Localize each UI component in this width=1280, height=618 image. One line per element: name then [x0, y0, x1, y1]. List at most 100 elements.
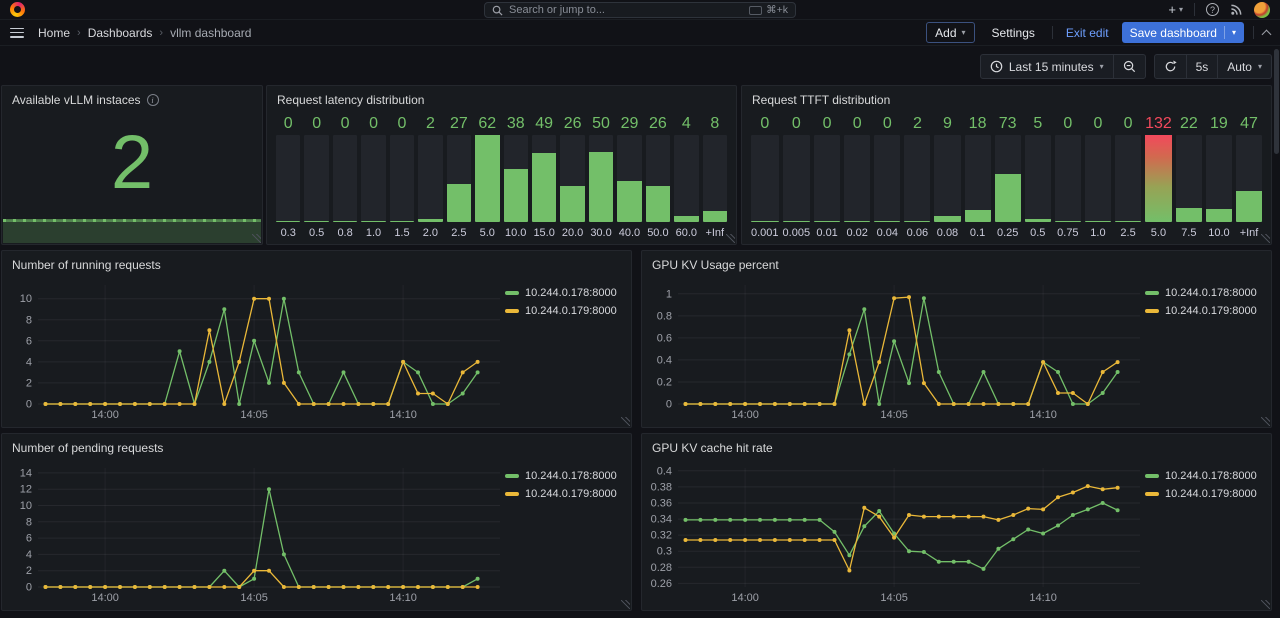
panel-title[interactable]: Request TTFT distribution [742, 86, 1271, 111]
pending-requests-chart[interactable]: 0246810121414:0014:0514:10 [8, 460, 505, 606]
panel-title[interactable]: Number of pending requests [2, 434, 631, 459]
kv-usage-chart[interactable]: 00.20.40.60.8114:0014:0514:10 [648, 277, 1145, 423]
bar-value: 18 [965, 114, 991, 135]
bar-bucket-label: 2.5 [447, 222, 471, 239]
bar[interactable]: 625.0 [475, 114, 499, 239]
hamburger-menu-icon[interactable] [10, 28, 24, 38]
scrollbar-thumb[interactable] [1274, 49, 1279, 154]
bar[interactable]: 2940.0 [617, 114, 641, 239]
bar-value: 27 [447, 114, 471, 135]
panel-title[interactable]: Available vLLM instacesi [2, 86, 262, 111]
cache-hit-rate-chart[interactable]: 0.260.280.30.320.340.360.380.414:0014:05… [648, 460, 1145, 606]
resize-handle[interactable] [726, 234, 735, 243]
bar[interactable]: 00.005 [783, 114, 811, 239]
refresh-interval[interactable]: 5s [1186, 55, 1218, 78]
bar[interactable]: 00.01 [814, 114, 840, 239]
help-icon[interactable]: ? [1206, 3, 1219, 16]
resize-handle[interactable] [621, 600, 630, 609]
time-range-picker[interactable]: Last 15 minutes ▾ [981, 55, 1113, 78]
series-color-swatch [1145, 291, 1159, 295]
bar[interactable]: 227.5 [1176, 114, 1202, 239]
bar[interactable]: 50.5 [1025, 114, 1051, 239]
svg-text:1: 1 [666, 288, 672, 300]
legend-item[interactable]: 10.244.0.179:8000 [1145, 488, 1265, 500]
bar[interactable]: 22.0 [418, 114, 442, 239]
bar-bucket-label: 40.0 [617, 222, 641, 239]
exit-edit-button[interactable]: Exit edit [1062, 22, 1113, 43]
legend-item[interactable]: 10.244.0.179:8000 [505, 305, 625, 317]
panel-title[interactable]: GPU KV cache hit rate [642, 434, 1271, 459]
bar[interactable]: 5030.0 [589, 114, 613, 239]
bar-bucket-label: 10.0 [504, 222, 528, 239]
bar[interactable]: 460.0 [674, 114, 698, 239]
panel-title[interactable]: Number of running requests [2, 251, 631, 276]
panel-title[interactable]: Request latency distribution [267, 86, 736, 111]
resize-handle[interactable] [1261, 234, 1270, 243]
new-menu-button[interactable]: +▾ [1168, 2, 1183, 17]
bar[interactable]: 01.0 [361, 114, 385, 239]
bar[interactable]: 00.75 [1055, 114, 1081, 239]
bar-bucket-label: 20.0 [560, 222, 584, 239]
bar[interactable]: 20.06 [904, 114, 930, 239]
breadcrumb-home[interactable]: Home [38, 26, 70, 40]
legend-item[interactable]: 10.244.0.178:8000 [505, 470, 625, 482]
bar-track [814, 135, 840, 222]
bar[interactable]: 180.1 [965, 114, 991, 239]
bar[interactable]: 02.5 [1115, 114, 1141, 239]
auto-refresh-dropdown[interactable]: Auto▾ [1217, 55, 1271, 78]
bar[interactable]: 2650.0 [646, 114, 670, 239]
legend-item[interactable]: 10.244.0.179:8000 [1145, 305, 1265, 317]
bar[interactable]: 3810.0 [504, 114, 528, 239]
bar[interactable]: 8+Inf [703, 114, 727, 239]
resize-handle[interactable] [1261, 417, 1270, 426]
bar-track [418, 135, 442, 222]
avatar[interactable] [1254, 2, 1270, 18]
bar[interactable]: 4915.0 [532, 114, 556, 239]
legend-item[interactable]: 10.244.0.178:8000 [1145, 287, 1265, 299]
refresh-button[interactable] [1155, 55, 1186, 78]
bar-track [617, 135, 641, 222]
legend-item[interactable]: 10.244.0.178:8000 [505, 287, 625, 299]
bar[interactable]: 00.04 [874, 114, 900, 239]
breadcrumb: Home › Dashboards › vllm dashboard [38, 26, 251, 40]
bar[interactable]: 272.5 [447, 114, 471, 239]
add-button[interactable]: Add▾ [926, 22, 974, 43]
bar-value: 0 [814, 114, 840, 135]
running-requests-chart[interactable]: 024681014:0014:0514:10 [8, 277, 505, 423]
resize-handle[interactable] [252, 234, 261, 243]
bar-track [646, 135, 670, 222]
search-bar[interactable]: ⌘+k [484, 2, 796, 18]
bar[interactable]: 2620.0 [560, 114, 584, 239]
legend-item[interactable]: 10.244.0.178:8000 [1145, 470, 1265, 482]
news-icon[interactable] [1230, 3, 1243, 16]
search-input[interactable] [509, 4, 743, 16]
bar[interactable]: 00.5 [304, 114, 328, 239]
resize-handle[interactable] [1261, 600, 1270, 609]
bar[interactable]: 00.3 [276, 114, 300, 239]
chart-legend: 10.244.0.178:8000 10.244.0.179:8000 [1145, 460, 1265, 606]
bar[interactable]: 01.0 [1085, 114, 1111, 239]
bar[interactable]: 1910.0 [1206, 114, 1232, 239]
bar[interactable]: 00.02 [844, 114, 870, 239]
panel-request-latency: Request latency distribution 00.300.500.… [266, 85, 737, 245]
legend-item[interactable]: 10.244.0.179:8000 [505, 488, 625, 500]
kiosk-toggle-icon[interactable] [1262, 29, 1272, 39]
bar[interactable]: 01.5 [390, 114, 414, 239]
bar[interactable]: 730.25 [995, 114, 1021, 239]
bar[interactable]: 00.001 [751, 114, 779, 239]
svg-text:0: 0 [26, 582, 32, 594]
zoom-out-button[interactable] [1113, 55, 1145, 78]
bar[interactable]: 90.08 [934, 114, 960, 239]
legend-label: 10.244.0.178:8000 [525, 287, 617, 299]
grafana-logo-icon[interactable] [10, 2, 25, 17]
bar[interactable]: 47+Inf [1236, 114, 1262, 239]
panel-title[interactable]: GPU KV Usage percent [642, 251, 1271, 276]
resize-handle[interactable] [621, 417, 630, 426]
breadcrumb-dashboards[interactable]: Dashboards [88, 26, 153, 40]
info-icon[interactable]: i [147, 94, 159, 106]
save-dashboard-button[interactable]: Save dashboard▾ [1122, 22, 1244, 43]
svg-text:0.8: 0.8 [657, 310, 672, 322]
bar[interactable]: 1325.0 [1145, 114, 1172, 239]
bar[interactable]: 00.8 [333, 114, 357, 239]
settings-button[interactable]: Settings [984, 22, 1043, 43]
